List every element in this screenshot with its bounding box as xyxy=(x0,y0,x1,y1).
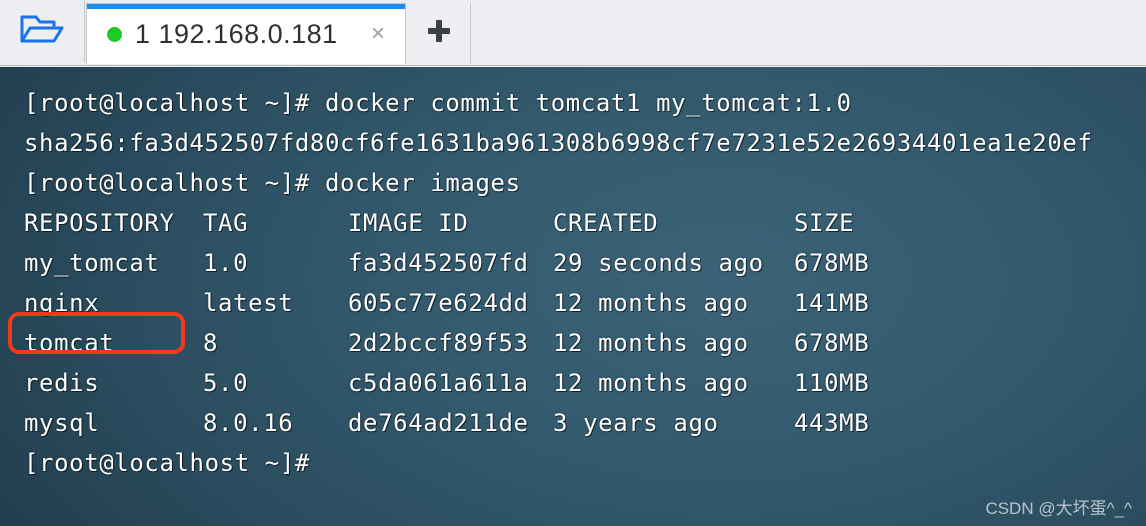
cell-size: 443MB xyxy=(794,409,870,437)
table-row: tomcat 8 2d2bccf89f53 12 months ago 678M… xyxy=(0,323,1146,363)
cell-size: 678MB xyxy=(794,329,870,357)
app-window: 1 192.168.0.181 × [root@localhost ~]# do… xyxy=(0,0,1146,526)
cell-repository: nginx xyxy=(24,289,100,317)
cell-created: 3 years ago xyxy=(553,409,719,437)
tab-title: 1 192.168.0.181 xyxy=(135,18,338,49)
cell-size: 110MB xyxy=(794,369,870,397)
cell-tag: 5.0 xyxy=(203,369,249,397)
cell-repository: mysql xyxy=(24,409,100,437)
column-header-created: CREATED xyxy=(553,209,659,237)
cell-repository: my_tomcat xyxy=(24,249,160,277)
terminal-tab[interactable]: 1 192.168.0.181 × xyxy=(86,3,406,64)
table-row: my_tomcat 1.0 fa3d452507fd 29 seconds ag… xyxy=(0,243,1146,283)
open-folder-button[interactable] xyxy=(0,0,85,62)
table-row: redis 5.0 c5da061a611a 12 months ago 110… xyxy=(0,363,1146,403)
column-header-image-id: IMAGE ID xyxy=(348,209,469,237)
column-header-tag: TAG xyxy=(203,209,249,237)
column-header-size: SIZE xyxy=(794,209,855,237)
cell-image-id: c5da061a611a xyxy=(348,369,529,397)
column-header-repository: REPOSITORY xyxy=(24,209,175,237)
cell-tag: 8.0.16 xyxy=(203,409,294,437)
plus-icon xyxy=(425,17,453,50)
images-table-header: REPOSITORY TAG IMAGE ID CREATED SIZE xyxy=(0,203,1146,243)
table-row: mysql 8.0.16 de764ad211de 3 years ago 44… xyxy=(0,403,1146,443)
terminal-pane[interactable]: [root@localhost ~]# docker commit tomcat… xyxy=(0,67,1146,526)
cell-tag: latest xyxy=(203,289,294,317)
cell-created: 12 months ago xyxy=(553,369,749,397)
cell-size: 678MB xyxy=(794,249,870,277)
cell-tag: 1.0 xyxy=(203,249,249,277)
open-folder-icon xyxy=(19,11,65,52)
terminal-line-output: sha256:fa3d452507fd80cf6fe1631ba961308b6… xyxy=(24,129,1093,157)
cell-image-id: fa3d452507fd xyxy=(348,249,529,277)
cell-size: 141MB xyxy=(794,289,870,317)
cell-tag: 8 xyxy=(203,329,219,357)
cell-repository: redis xyxy=(24,369,100,397)
green-status-dot xyxy=(107,26,122,42)
terminal-output: [root@localhost ~]# docker commit tomcat… xyxy=(0,67,1146,526)
cell-image-id: 605c77e624dd xyxy=(348,289,529,317)
close-icon[interactable]: × xyxy=(365,21,391,47)
watermark: CSDN @大坏蛋^_^ xyxy=(985,499,1132,518)
terminal-prompt-line: [root@localhost ~]# xyxy=(24,449,310,477)
terminal-line-command: [root@localhost ~]# docker commit tomcat… xyxy=(24,89,852,117)
terminal-line-command: [root@localhost ~]# docker images xyxy=(24,169,521,197)
cell-repository: tomcat xyxy=(24,329,115,357)
cell-created: 12 months ago xyxy=(553,289,749,317)
tab-bar: 1 192.168.0.181 × xyxy=(0,0,1146,66)
cell-created: 12 months ago xyxy=(553,329,749,357)
cell-created: 29 seconds ago xyxy=(553,249,764,277)
tab-active-accent xyxy=(87,4,405,9)
new-tab-button[interactable] xyxy=(408,3,471,64)
cell-image-id: 2d2bccf89f53 xyxy=(348,329,529,357)
table-row: nginx latest 605c77e624dd 12 months ago … xyxy=(0,283,1146,323)
cell-image-id: de764ad211de xyxy=(348,409,529,437)
